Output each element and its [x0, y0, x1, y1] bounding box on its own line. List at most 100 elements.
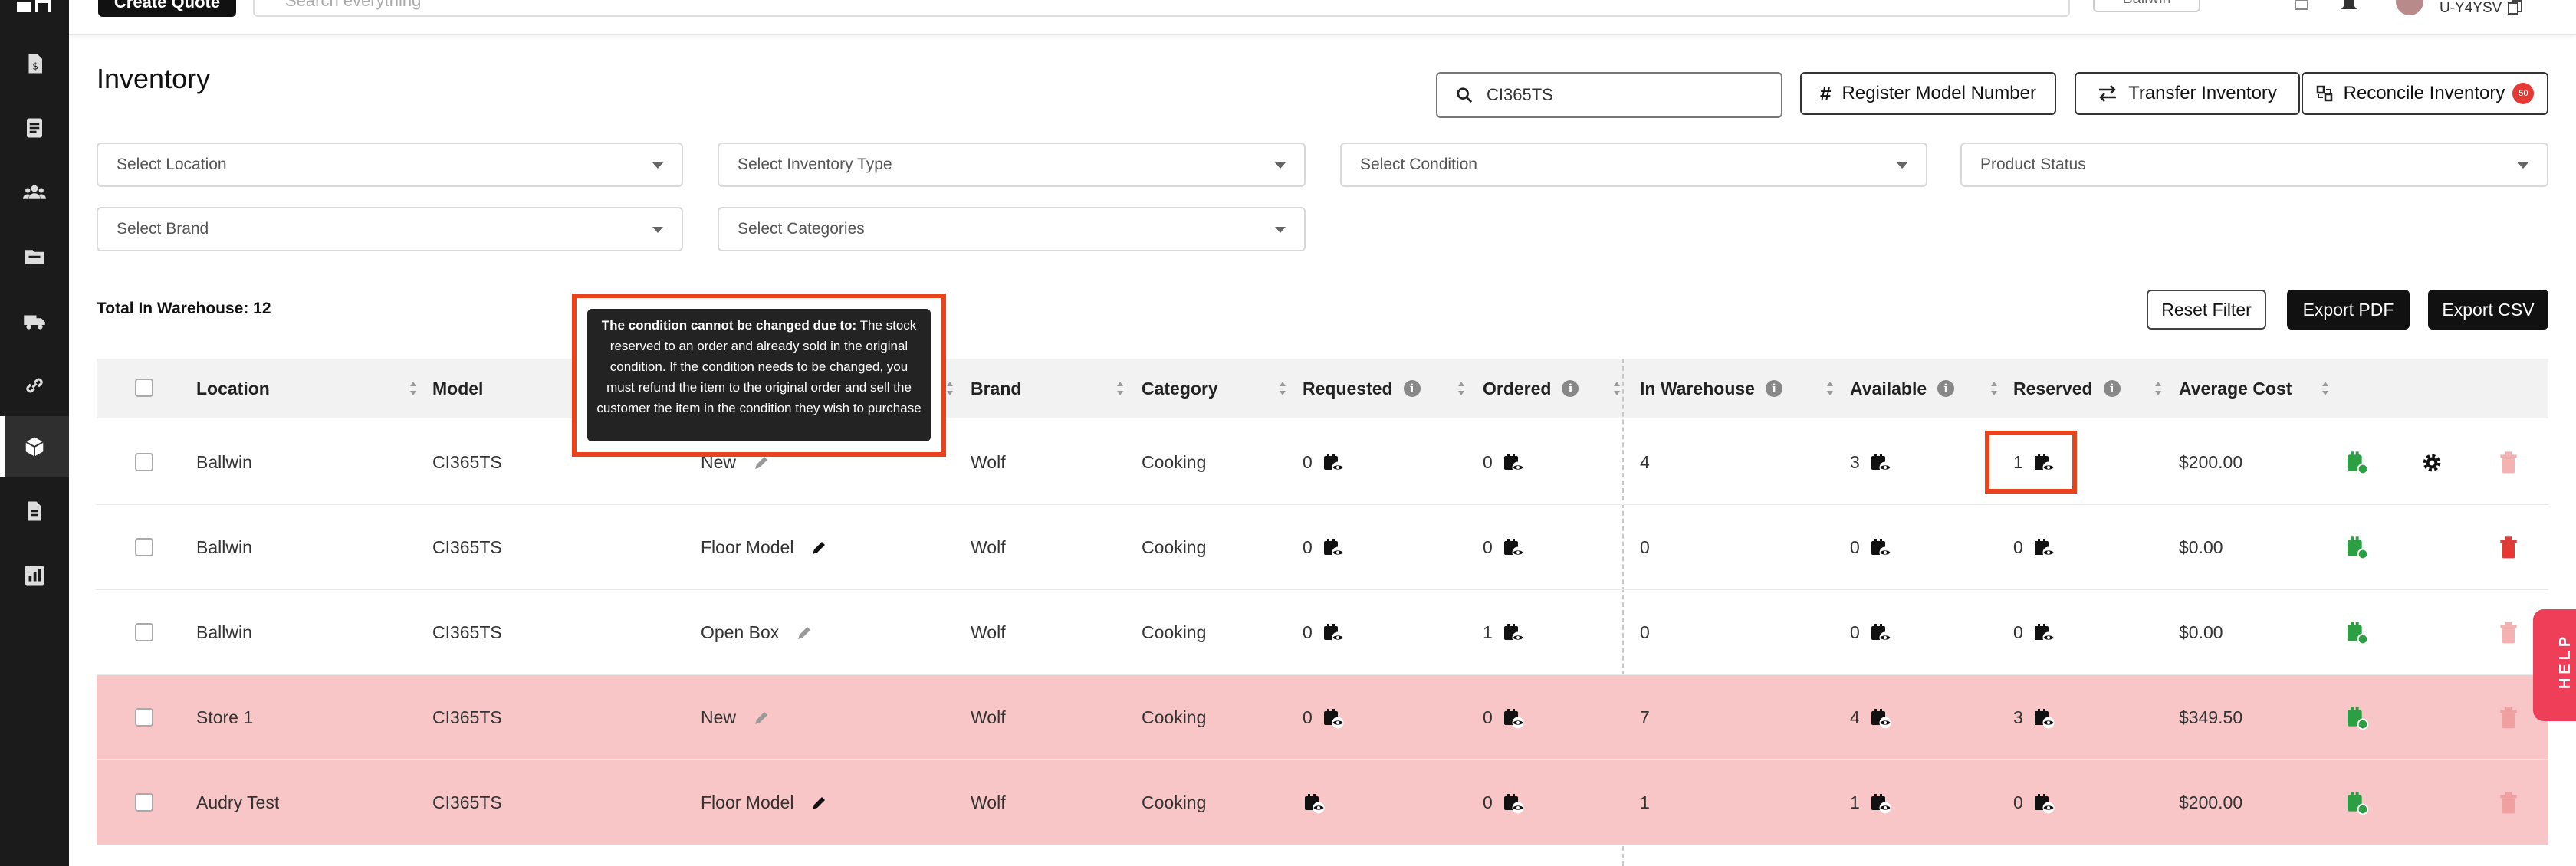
inventory-search-input[interactable]: CI365TS	[1436, 72, 1783, 118]
table-row[interactable]: Ballwin CI365TS Floor Model Wolf Cooking 0 0 0 0…	[97, 505, 2548, 590]
categories-select[interactable]: Select Categories	[718, 207, 1306, 251]
col-brand[interactable]: Brand	[971, 359, 1021, 418]
view-reservations-icon[interactable]	[2023, 536, 2055, 559]
brand-select[interactable]: Select Brand	[97, 207, 683, 251]
nav-links[interactable]	[0, 355, 69, 416]
sort-icon[interactable]	[946, 382, 954, 395]
edit-pencil-icon[interactable]	[796, 625, 813, 641]
bell-icon[interactable]	[2340, 0, 2358, 11]
info-icon[interactable]: i	[1403, 380, 1421, 397]
delete-trash-icon[interactable]	[2496, 675, 2521, 760]
view-reservations-icon[interactable]	[1860, 792, 1892, 815]
select-all-checkbox[interactable]	[135, 379, 153, 397]
sort-icon[interactable]	[1613, 382, 1621, 395]
nav-shipping[interactable]	[0, 290, 69, 352]
col-average-cost[interactable]: Average Cost	[2179, 359, 2292, 418]
register-model-button[interactable]: # Register Model Number	[1800, 72, 2056, 115]
sort-icon[interactable]	[2154, 382, 2162, 395]
row-checkbox[interactable]	[135, 623, 153, 641]
info-icon[interactable]: i	[1765, 380, 1783, 397]
edit-pencil-icon[interactable]	[810, 795, 827, 812]
condition-select[interactable]: Select Condition	[1340, 143, 1927, 187]
row-checkbox[interactable]	[135, 793, 153, 812]
table-row[interactable]: Ballwin CI365TS Open Box Wolf Cooking 0 1 0 0 0 $0…	[97, 590, 2548, 675]
view-reservations-icon[interactable]	[1860, 707, 1892, 730]
col-requested[interactable]: Requested i	[1303, 359, 1421, 418]
view-reservations-icon[interactable]	[2023, 792, 2055, 815]
help-tab[interactable]: HELP	[2533, 609, 2576, 721]
view-reservations-icon[interactable]	[2023, 707, 2055, 730]
product-status-select[interactable]: Product Status	[1960, 143, 2548, 187]
col-location[interactable]: Location	[196, 359, 270, 418]
col-model[interactable]: Model	[432, 359, 483, 418]
view-reservations-icon[interactable]	[1860, 622, 1892, 645]
nav-reports[interactable]	[0, 545, 69, 606]
col-category[interactable]: Category	[1142, 359, 1218, 418]
add-stock-icon[interactable]	[2344, 505, 2369, 590]
row-checkbox[interactable]	[135, 453, 153, 471]
edit-pencil-icon[interactable]	[753, 710, 770, 727]
nav-documents[interactable]	[0, 481, 69, 542]
export-pdf-button[interactable]: Export PDF	[2287, 290, 2410, 330]
info-icon[interactable]: i	[1937, 380, 1955, 397]
sort-icon[interactable]	[2321, 382, 2329, 395]
delete-trash-icon[interactable]	[2496, 590, 2521, 675]
table-row[interactable]: Ballwin CI365TS New Wolf Cooking 0 0 4 3 1 $200.00	[97, 420, 2548, 505]
info-icon[interactable]: i	[1562, 380, 1579, 397]
view-reservations-icon[interactable]	[1303, 792, 1326, 815]
view-reservations-icon[interactable]	[1493, 707, 1525, 730]
global-search-input[interactable]: Search everything	[253, 0, 2070, 17]
sort-icon[interactable]	[1990, 382, 1998, 395]
gear-icon[interactable]	[2420, 420, 2444, 505]
sort-icon[interactable]	[1826, 382, 1834, 395]
row-checkbox[interactable]	[135, 708, 153, 727]
view-reservations-icon[interactable]	[1313, 622, 1345, 645]
create-quote-button[interactable]: Create Quote	[98, 0, 236, 17]
edit-pencil-icon[interactable]	[810, 540, 827, 556]
row-checkbox[interactable]	[135, 538, 153, 556]
view-reservations-icon[interactable]	[1860, 451, 1892, 474]
grid-icon[interactable]	[2292, 0, 2311, 11]
col-ordered[interactable]: Ordered i	[1483, 359, 1579, 418]
reset-filter-button[interactable]: Reset Filter	[2147, 290, 2266, 330]
sort-icon[interactable]	[409, 382, 417, 395]
transfer-inventory-button[interactable]: Transfer Inventory	[2075, 72, 2300, 115]
view-reservations-icon[interactable]	[2023, 622, 2055, 645]
view-reservations-icon[interactable]	[1313, 536, 1345, 559]
view-reservations-icon[interactable]	[1493, 792, 1525, 815]
nav-orders[interactable]	[0, 97, 69, 159]
view-reservations-icon[interactable]	[1313, 707, 1345, 730]
table-row[interactable]: Audry Test CI365TS Floor Model Wolf Cooking 0…	[97, 760, 2548, 845]
view-reservations-icon[interactable]	[1493, 536, 1525, 559]
nav-files[interactable]	[0, 226, 69, 287]
nav-customers[interactable]	[0, 162, 69, 223]
view-reservations-icon[interactable]	[1493, 451, 1525, 474]
col-in-warehouse[interactable]: In Warehouse i	[1640, 359, 1783, 418]
view-reservations-icon[interactable]	[1860, 536, 1892, 559]
location-switcher[interactable]: Ballwin	[2093, 0, 2200, 12]
sort-icon[interactable]	[1279, 382, 1286, 395]
col-reserved[interactable]: Reserved i	[2013, 359, 2121, 418]
table-row[interactable]: Store 1 CI365TS New Wolf Cooking 0 0 7 4 3 $349.50	[97, 675, 2548, 760]
view-reservations-icon[interactable]	[1493, 622, 1525, 645]
nav-inventory[interactable]	[0, 416, 69, 477]
add-stock-icon[interactable]	[2344, 420, 2369, 505]
inventory-type-select[interactable]: Select Inventory Type	[718, 143, 1306, 187]
delete-trash-icon[interactable]	[2496, 505, 2521, 590]
add-stock-icon[interactable]	[2344, 590, 2369, 675]
sort-icon[interactable]	[1116, 382, 1124, 395]
delete-trash-icon[interactable]	[2496, 760, 2521, 845]
export-csv-button[interactable]: Export CSV	[2428, 290, 2548, 330]
col-available[interactable]: Available i	[1850, 359, 1955, 418]
add-stock-icon[interactable]	[2344, 760, 2369, 845]
copy-icon[interactable]	[2507, 0, 2524, 15]
view-reservations-icon[interactable]	[1313, 451, 1345, 474]
sort-icon[interactable]	[1457, 382, 1465, 395]
location-select[interactable]: Select Location	[97, 143, 683, 187]
avatar[interactable]	[2396, 0, 2423, 15]
add-stock-icon[interactable]	[2344, 675, 2369, 760]
reconcile-inventory-button[interactable]: Reconcile Inventory 50	[2302, 72, 2548, 115]
nav-quotes[interactable]: $	[0, 33, 69, 94]
delete-trash-icon[interactable]	[2496, 420, 2521, 505]
info-icon[interactable]: i	[2103, 380, 2121, 397]
